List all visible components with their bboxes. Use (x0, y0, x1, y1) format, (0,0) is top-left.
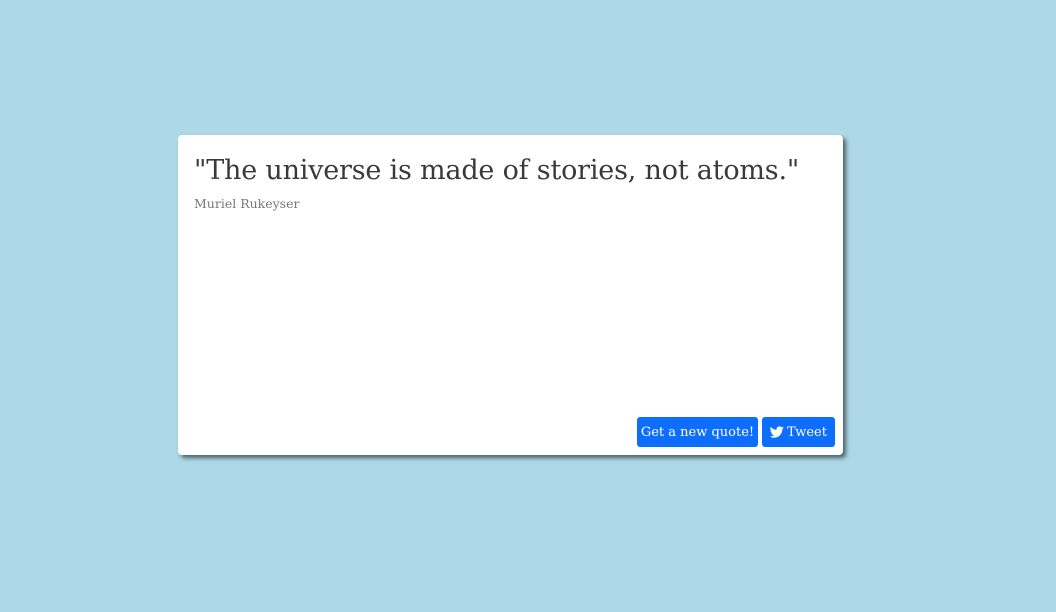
quote-author: Muriel Rukeyser (194, 196, 300, 211)
twitter-icon (770, 425, 784, 439)
quote-box: "The universe is made of stories, not at… (178, 135, 843, 455)
new-quote-label: Get a new quote! (640, 424, 755, 440)
new-quote-button[interactable]: Get a new quote! (637, 417, 758, 447)
tweet-label: Tweet (787, 424, 827, 440)
tweet-button[interactable]: Tweet (762, 417, 835, 447)
quote-text: "The universe is made of stories, not at… (194, 155, 800, 186)
